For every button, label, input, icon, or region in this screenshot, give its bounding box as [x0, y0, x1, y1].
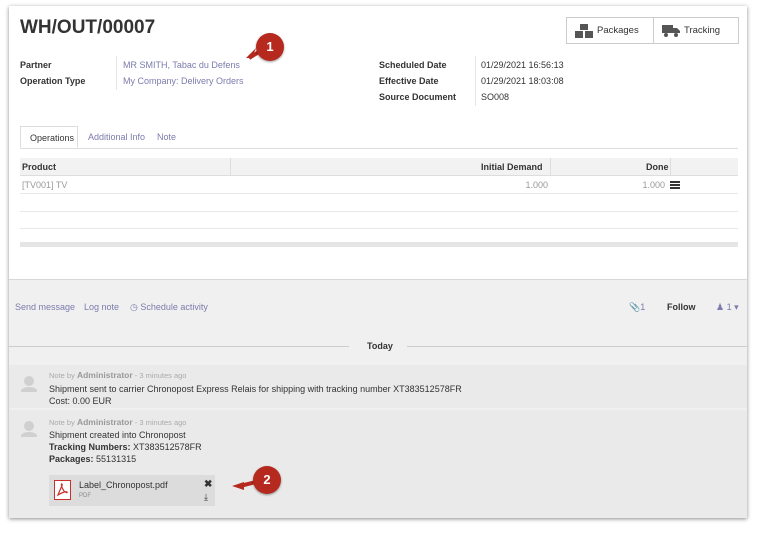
- annotation-arrows: [232, 48, 264, 490]
- annotation-badge-1: 1: [256, 33, 284, 61]
- annotation-badge-2: 2: [253, 466, 281, 494]
